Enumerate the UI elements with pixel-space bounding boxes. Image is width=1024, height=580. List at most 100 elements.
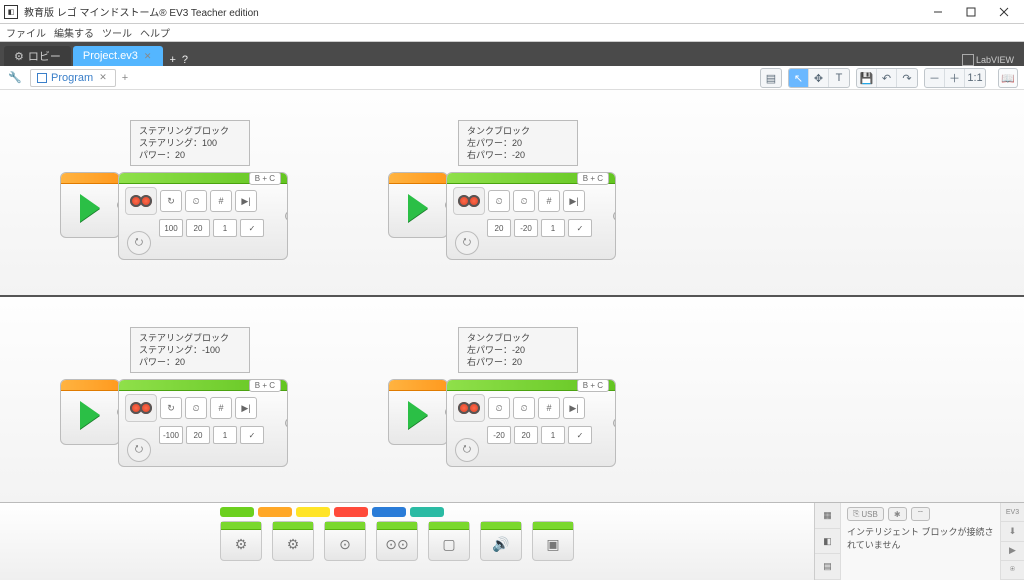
start-block[interactable] bbox=[388, 379, 448, 445]
param-brake-icon[interactable]: ▶| bbox=[235, 397, 257, 419]
palette-medium-motor[interactable]: ⚙ bbox=[220, 521, 262, 561]
start-block[interactable] bbox=[60, 172, 120, 238]
ev3-label: EV3 bbox=[1006, 509, 1019, 516]
value-field[interactable]: 100 bbox=[159, 219, 183, 237]
lobby-tab[interactable]: ⚙ ロビー bbox=[4, 46, 71, 66]
tank-block[interactable]: B + C ⏲ ⏲ # ▶| 20 -20 1 ✓ ⭮ bbox=[446, 172, 616, 260]
value-field[interactable]: 1 bbox=[541, 426, 565, 444]
value-field[interactable]: 1 bbox=[213, 219, 237, 237]
param-rotations-icon[interactable]: # bbox=[210, 190, 232, 212]
palette-tab-action[interactable] bbox=[220, 507, 254, 517]
add-tab-icon[interactable]: + bbox=[169, 54, 175, 66]
param-power-icon[interactable]: ⏲ bbox=[185, 397, 207, 419]
param-right-icon[interactable]: ⏲ bbox=[513, 190, 535, 212]
pointer-tool-button[interactable]: ↖ bbox=[789, 69, 809, 87]
redo-button[interactable]: ↷ bbox=[897, 69, 917, 87]
steering-block[interactable]: B + C ↻ ⏲ # ▶| 100 20 1 ✓ ⭮ bbox=[118, 172, 288, 260]
param-rotations-icon[interactable]: # bbox=[538, 397, 560, 419]
add-program-icon[interactable]: + bbox=[122, 72, 128, 84]
zoom-in-button[interactable]: ＋ bbox=[945, 69, 965, 87]
menu-help[interactable]: ヘルプ bbox=[140, 25, 170, 40]
value-field[interactable]: ✓ bbox=[568, 219, 592, 237]
palette-large-motor[interactable]: ⚙ bbox=[272, 521, 314, 561]
value-field[interactable]: 20 bbox=[186, 426, 210, 444]
value-field[interactable]: 20 bbox=[186, 219, 210, 237]
value-field[interactable]: 1 bbox=[541, 219, 565, 237]
menu-tools[interactable]: ツール bbox=[102, 25, 132, 40]
steering-block[interactable]: B + C ↻ ⏲ # ▶| -100 20 1 ✓ ⭮ bbox=[118, 379, 288, 467]
run-selected-button[interactable]: ⍟ bbox=[1001, 561, 1024, 580]
run-button[interactable]: ▶ bbox=[1001, 542, 1024, 561]
brick-info-button[interactable]: ▦ bbox=[815, 503, 840, 529]
mode-selector[interactable]: ⭮ bbox=[127, 438, 151, 462]
palette-tab-sensor[interactable] bbox=[296, 507, 330, 517]
available-bricks-button[interactable]: ▤ bbox=[815, 554, 840, 580]
palette-tab-myblocks[interactable] bbox=[410, 507, 444, 517]
value-field[interactable]: 1 bbox=[213, 426, 237, 444]
zoom-reset-button[interactable]: 1:1 bbox=[965, 69, 985, 87]
palette-sound[interactable]: 🔊 bbox=[480, 521, 522, 561]
palette-move-tank[interactable]: ⊙⊙ bbox=[376, 521, 418, 561]
port-selector[interactable]: B + C bbox=[577, 172, 609, 185]
port-selector[interactable]: B + C bbox=[249, 379, 281, 392]
value-field[interactable]: ✓ bbox=[240, 219, 264, 237]
bluetooth-chip[interactable]: ✱ bbox=[888, 507, 907, 521]
value-field[interactable]: -20 bbox=[487, 426, 511, 444]
param-left-icon[interactable]: ⏲ bbox=[488, 190, 510, 212]
start-block[interactable] bbox=[388, 172, 448, 238]
download-button[interactable]: ⬇ bbox=[1001, 522, 1024, 541]
port-selector[interactable]: B + C bbox=[249, 172, 281, 185]
project-tab[interactable]: Project.ev3✕ bbox=[73, 46, 164, 66]
wrench-icon[interactable]: 🔧 bbox=[6, 69, 24, 87]
zoom-out-button[interactable]: － bbox=[925, 69, 945, 87]
wifi-chip[interactable]: ⌔ bbox=[911, 507, 931, 521]
param-steering-icon[interactable]: ↻ bbox=[160, 397, 182, 419]
port-selector[interactable]: B + C bbox=[577, 379, 609, 392]
usb-chip[interactable]: ⎘ USB bbox=[847, 507, 884, 521]
param-rotations-icon[interactable]: # bbox=[538, 190, 560, 212]
help-icon[interactable]: ? bbox=[182, 54, 188, 66]
value-field[interactable]: -20 bbox=[514, 219, 538, 237]
mode-selector[interactable]: ⭮ bbox=[127, 231, 151, 255]
list-view-button[interactable]: ▤ bbox=[761, 69, 781, 87]
content-help-button[interactable]: 📖 bbox=[998, 68, 1018, 88]
port-view-button[interactable]: ◧ bbox=[815, 529, 840, 555]
maximize-button[interactable] bbox=[955, 1, 987, 23]
minimize-button[interactable] bbox=[922, 1, 954, 23]
palette-tab-flow[interactable] bbox=[258, 507, 292, 517]
start-block[interactable] bbox=[60, 379, 120, 445]
param-power-icon[interactable]: ⏲ bbox=[185, 190, 207, 212]
param-left-icon[interactable]: ⏲ bbox=[488, 397, 510, 419]
undo-button[interactable]: ↶ bbox=[877, 69, 897, 87]
close-button[interactable] bbox=[988, 1, 1020, 23]
palette-tab-advanced[interactable] bbox=[372, 507, 406, 517]
palette-tab-data[interactable] bbox=[334, 507, 368, 517]
param-rotations-icon[interactable]: # bbox=[210, 397, 232, 419]
menu-file[interactable]: ファイル bbox=[6, 25, 46, 40]
param-brake-icon[interactable]: ▶| bbox=[235, 190, 257, 212]
window-title: 教育版 レゴ マインドストーム® EV3 Teacher edition bbox=[24, 4, 259, 19]
canvas[interactable]: ステアリングブロック ステアリング：100 パワー：20 B + C ↻ ⏲ #… bbox=[0, 90, 1024, 502]
save-button[interactable]: 💾 bbox=[857, 69, 877, 87]
value-field[interactable]: 20 bbox=[487, 219, 511, 237]
comment-tool-button[interactable]: T bbox=[829, 69, 849, 87]
project-tab-close-icon[interactable]: ✕ bbox=[142, 51, 154, 62]
pan-tool-button[interactable]: ✥ bbox=[809, 69, 829, 87]
palette-display[interactable]: ▢ bbox=[428, 521, 470, 561]
param-brake-icon[interactable]: ▶| bbox=[563, 190, 585, 212]
program-tab-close-icon[interactable]: ✕ bbox=[97, 72, 109, 83]
palette-move-steering[interactable]: ⊙ bbox=[324, 521, 366, 561]
palette-brick-status[interactable]: ▣ bbox=[532, 521, 574, 561]
program-tab[interactable]: Program ✕ bbox=[30, 69, 116, 87]
value-field[interactable]: 20 bbox=[514, 426, 538, 444]
value-field[interactable]: -100 bbox=[159, 426, 183, 444]
mode-selector[interactable]: ⭮ bbox=[455, 438, 479, 462]
mode-selector[interactable]: ⭮ bbox=[455, 231, 479, 255]
param-right-icon[interactable]: ⏲ bbox=[513, 397, 535, 419]
param-steering-icon[interactable]: ↻ bbox=[160, 190, 182, 212]
tank-block[interactable]: B + C ⏲ ⏲ # ▶| -20 20 1 ✓ ⭮ bbox=[446, 379, 616, 467]
value-field[interactable]: ✓ bbox=[568, 426, 592, 444]
param-brake-icon[interactable]: ▶| bbox=[563, 397, 585, 419]
value-field[interactable]: ✓ bbox=[240, 426, 264, 444]
menu-edit[interactable]: 編集する bbox=[54, 25, 94, 40]
